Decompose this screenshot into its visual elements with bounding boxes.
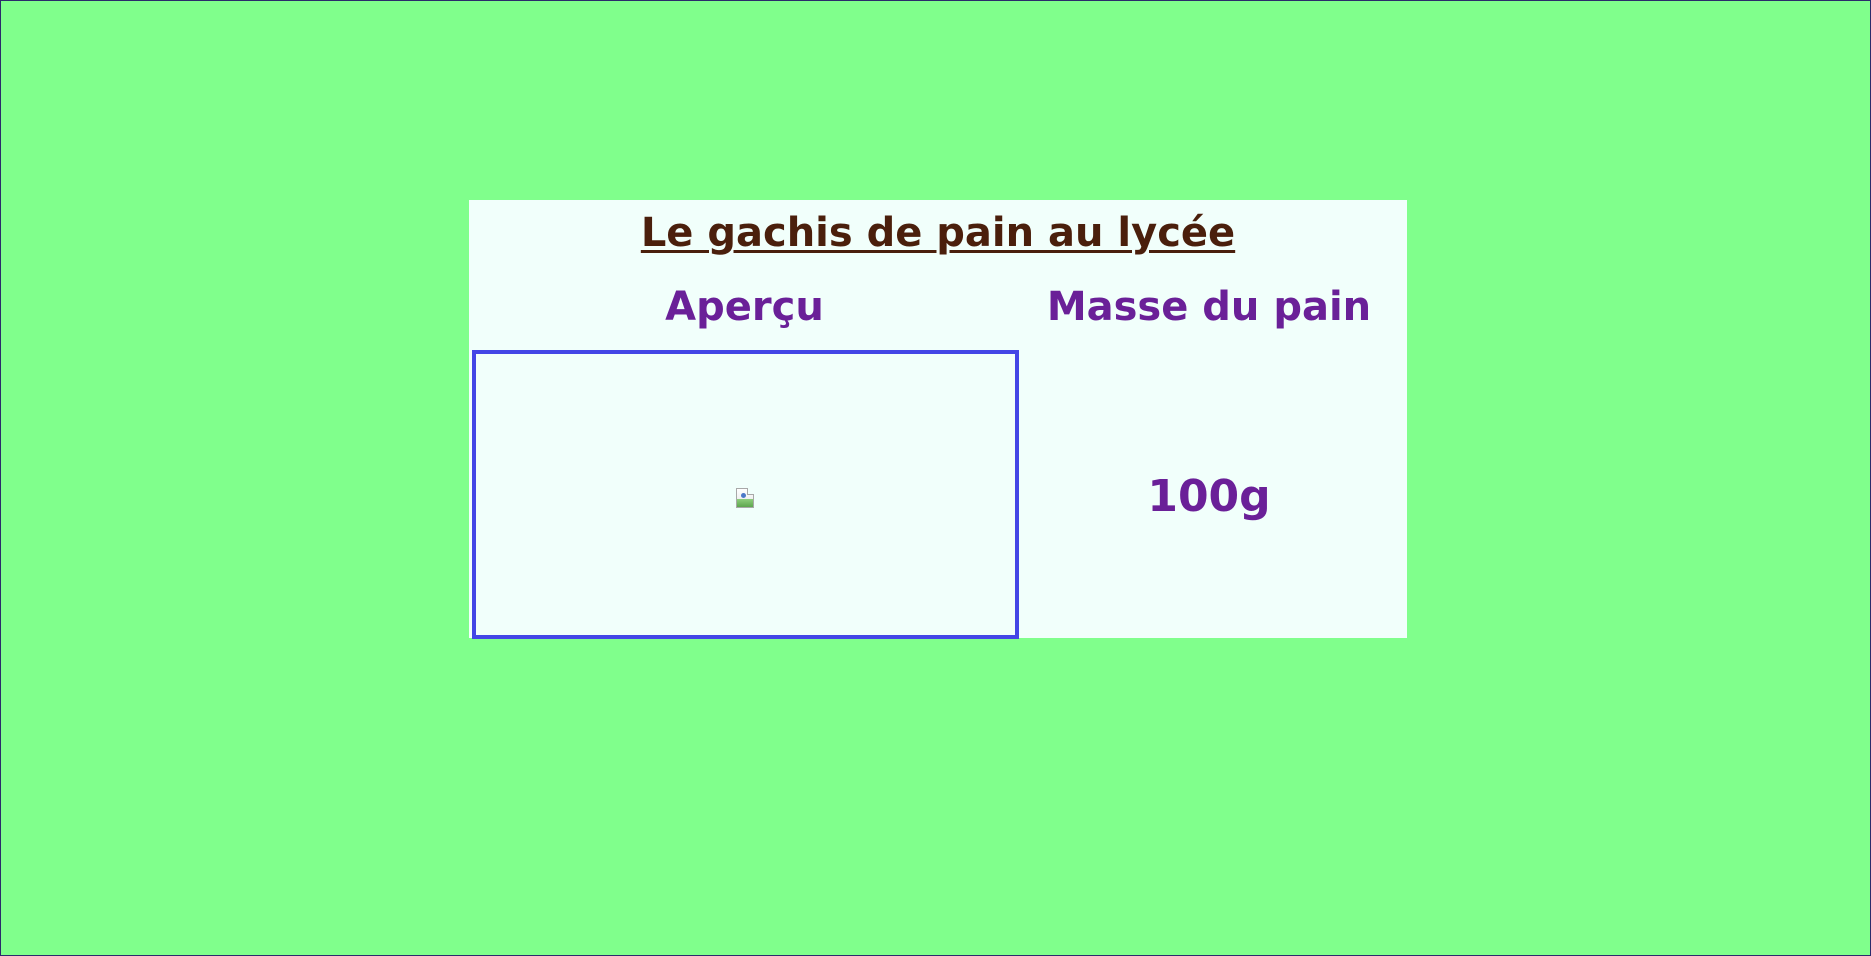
bread-waste-panel: Le gachis de pain au lycée Aperçu Masse … — [469, 200, 1407, 639]
preview-column-header: Aperçu — [665, 284, 824, 330]
page-background: Le gachis de pain au lycée Aperçu Masse … — [0, 0, 1871, 956]
broken-image-icon — [736, 488, 754, 508]
mass-column-header: Masse du pain — [1046, 284, 1372, 330]
bread-mass-value: 100g — [1147, 471, 1271, 522]
page-title: Le gachis de pain au lycée — [640, 210, 1236, 256]
bread-preview-frame — [472, 350, 1019, 639]
